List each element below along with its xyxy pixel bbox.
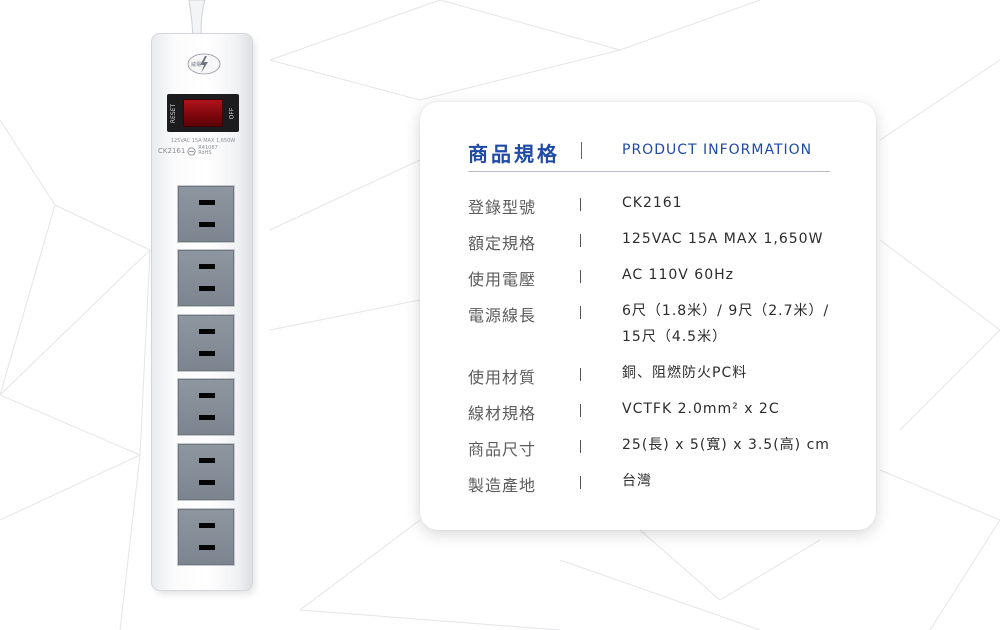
row-divider — [580, 476, 581, 489]
spec-value: CK2161 — [622, 195, 683, 211]
cert-rohs: RoHS — [198, 150, 212, 156]
cert-text: R41087 RoHS — [198, 146, 217, 156]
spec-value: 125VAC 15A MAX 1,650W — [622, 231, 824, 247]
brand-logo-text: 威電 — [191, 61, 201, 68]
spec-card-header: 商品規格 PRODUCT INFORMATION — [468, 138, 830, 172]
rocker-switch — [183, 99, 223, 127]
power-strip-image: 威電 RESET OFF 125VAC 15A MAX 1,650W CK216… — [140, 0, 270, 600]
spec-value: 6尺（1.8米）/ 9尺（2.7米）/ 15尺（4.5米） — [622, 303, 830, 345]
spec-row-rating: 額定規格 125VAC 15A MAX 1,650W — [468, 230, 848, 266]
spec-label: 登錄型號 — [468, 198, 537, 217]
spec-row-voltage: 使用電壓 AC 110V 60Hz — [468, 266, 848, 302]
spec-value: AC 110V 60Hz — [622, 267, 734, 283]
strip-body: 威電 RESET OFF 125VAC 15A MAX 1,650W CK216… — [152, 34, 252, 590]
row-divider — [580, 234, 581, 247]
spec-value: 台灣 — [622, 473, 652, 489]
header-rule — [468, 171, 830, 172]
row-divider — [580, 440, 581, 453]
outlet-socket — [178, 250, 234, 306]
spec-label: 使用材質 — [468, 368, 537, 387]
spec-label: 線材規格 — [468, 404, 537, 423]
row-divider — [580, 198, 581, 211]
spec-row-model: 登錄型號 CK2161 — [468, 194, 848, 230]
row-divider — [580, 306, 581, 319]
spec-value: VCTFK 2.0mm² x 2C — [622, 401, 780, 417]
spec-label: 使用電壓 — [468, 270, 537, 289]
outlet-socket — [178, 444, 234, 500]
spec-title-cn: 商品規格 — [468, 142, 560, 166]
spec-row-wire: 線材規格 VCTFK 2.0mm² x 2C — [468, 400, 848, 436]
row-divider — [580, 368, 581, 381]
spec-value: 25(長) x 5(寬) x 3.5(高) cm — [622, 437, 830, 453]
strip-model-line: CK2161 R41087 RoHS — [158, 146, 248, 156]
outlet-socket — [178, 315, 234, 371]
strip-model-text: CK2161 — [158, 147, 186, 155]
spec-value: 銅、阻燃防火PC料 — [622, 365, 748, 381]
spec-table: 登錄型號 CK2161 額定規格 125VAC 15A MAX 1,650W 使… — [468, 194, 848, 508]
spec-row-cord-length: 電源線長 6尺（1.8米）/ 9尺（2.7米）/ 15尺（4.5米） — [468, 302, 848, 364]
spec-row-origin: 製造產地 台灣 — [468, 472, 848, 508]
outlet-socket — [178, 379, 234, 435]
strip-rating-text: 125VAC 15A MAX 1,650W — [170, 138, 236, 144]
spec-label: 商品尺寸 — [468, 440, 537, 459]
off-label: OFF — [228, 107, 236, 119]
spec-label: 額定規格 — [468, 234, 537, 253]
row-divider — [580, 270, 581, 283]
spec-title-en: PRODUCT INFORMATION — [622, 142, 813, 158]
header-divider — [581, 142, 582, 159]
spec-row-material: 使用材質 銅、阻燃防火PC料 — [468, 364, 848, 400]
spec-row-size: 商品尺寸 25(長) x 5(寬) x 3.5(高) cm — [468, 436, 848, 472]
row-divider — [580, 404, 581, 417]
outlet-socket — [178, 509, 234, 565]
certification-icon — [187, 146, 196, 156]
spec-label: 製造產地 — [468, 476, 537, 495]
reset-label: RESET — [170, 103, 178, 123]
power-switch-panel: RESET OFF — [167, 94, 239, 132]
spec-label: 電源線長 — [468, 306, 537, 325]
product-spec-card: 商品規格 PRODUCT INFORMATION 登錄型號 CK2161 額定規… — [420, 102, 876, 530]
outlet-socket — [178, 186, 234, 242]
brand-logo-icon: 威電 — [187, 53, 221, 75]
